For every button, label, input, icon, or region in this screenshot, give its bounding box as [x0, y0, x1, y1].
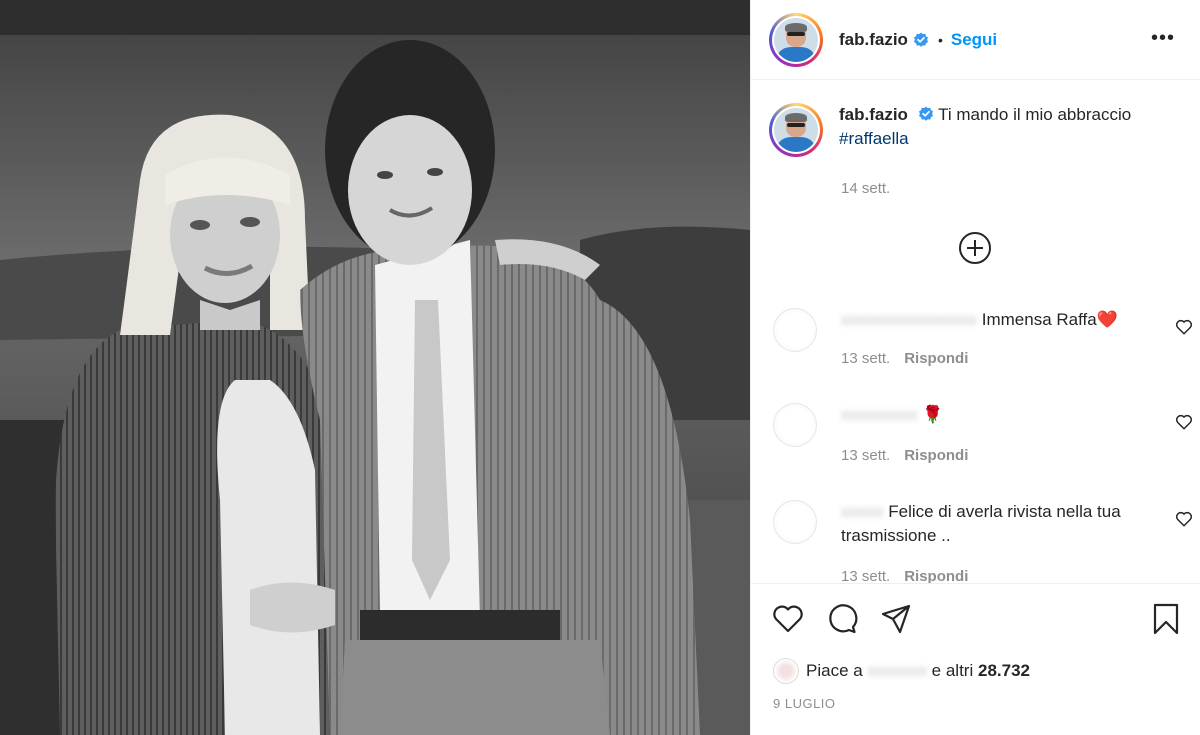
comment-like-icon[interactable]	[1175, 510, 1193, 528]
commenter-avatar[interactable]	[773, 500, 817, 544]
instagram-post: fab.fazio • Segui ••• fab.fazio Ti mando…	[0, 0, 1200, 735]
liker-avatar[interactable]	[773, 658, 799, 684]
post-photo[interactable]	[0, 0, 750, 735]
more-icon[interactable]: •••	[1151, 28, 1175, 48]
comment-time[interactable]: 13 sett.	[841, 447, 890, 464]
comment-like-icon[interactable]	[1175, 318, 1193, 336]
likes-prefix: Piace a	[806, 661, 863, 680]
caption-text: fab.fazio Ti mando il mio abbraccio #raf…	[839, 103, 1131, 157]
comment-icon[interactable]	[825, 602, 859, 636]
reply-button[interactable]: Rispondi	[904, 350, 968, 367]
likes-suffix: e altri	[931, 661, 974, 680]
comment-meta: 13 sett. Rispondi	[841, 568, 982, 583]
likes-summary[interactable]: Piace a xxxxxxx e altri 28.732	[773, 658, 1030, 684]
caption-username[interactable]: fab.fazio	[839, 105, 908, 124]
verified-icon	[913, 32, 928, 47]
follow-button[interactable]: Segui	[951, 30, 997, 50]
verified-icon	[918, 106, 933, 121]
bookmark-icon[interactable]	[1149, 602, 1183, 636]
caption-time[interactable]: 14 sett.	[841, 180, 890, 197]
commenter-avatar[interactable]	[773, 308, 817, 352]
caption-body: Ti mando il mio abbraccio	[938, 105, 1132, 124]
author-avatar[interactable]	[769, 12, 823, 67]
comment-text: xxxxxxxxx 🌹	[841, 405, 944, 424]
caption-avatar[interactable]	[769, 103, 823, 157]
post-date[interactable]: 9 LUGLIO	[773, 696, 836, 711]
photo-illustration	[0, 0, 750, 735]
likes-count[interactable]: 28.732	[978, 661, 1030, 681]
post-caption: fab.fazio Ti mando il mio abbraccio #raf…	[769, 103, 1189, 157]
author-username[interactable]: fab.fazio	[839, 30, 908, 50]
comment-meta: 13 sett. Rispondi	[841, 350, 982, 367]
caption-hashtag[interactable]: #raffaella	[839, 129, 909, 148]
comment-text: xxxxxxxxxxxxxxxx Immensa Raffa❤️	[841, 310, 1118, 329]
comments-list[interactable]: xxxxxxxxxxxxxxxx Immensa Raffa❤️ 13 sett…	[751, 290, 1200, 583]
post-sidebar: fab.fazio • Segui ••• fab.fazio Ti mando…	[750, 0, 1200, 735]
comment-time[interactable]: 13 sett.	[841, 568, 890, 583]
comment-text: xxxxx Felice di averla rivista nella tua…	[841, 502, 1121, 545]
share-icon[interactable]	[879, 602, 913, 636]
add-comment-icon[interactable]	[958, 231, 992, 265]
post-header: fab.fazio • Segui •••	[751, 0, 1200, 80]
comment-like-icon[interactable]	[1175, 413, 1193, 431]
reply-button[interactable]: Rispondi	[904, 447, 968, 464]
commenter-avatar[interactable]	[773, 403, 817, 447]
header-separator: •	[937, 31, 943, 48]
heart-icon[interactable]	[771, 602, 805, 636]
action-bar: Piace a xxxxxxx e altri 28.732 9 LUGLIO	[751, 583, 1200, 735]
comment-time[interactable]: 13 sett.	[841, 350, 890, 367]
comment-meta: 13 sett. Rispondi	[841, 447, 982, 464]
reply-button[interactable]: Rispondi	[904, 568, 968, 583]
